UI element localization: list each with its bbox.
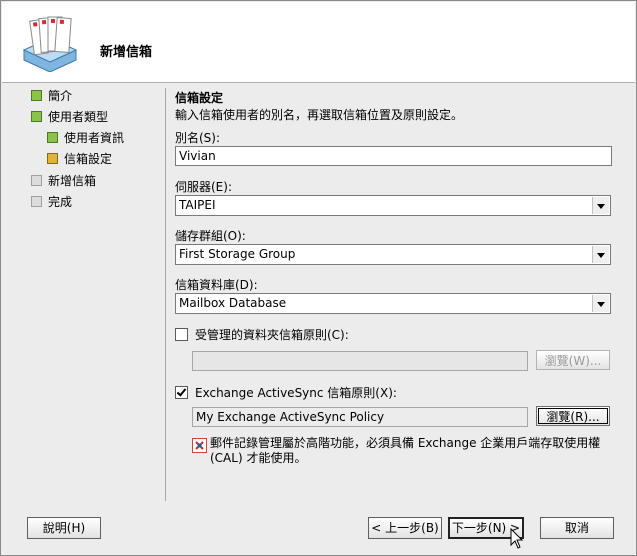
step-pending-icon <box>31 196 42 207</box>
managed-folder-policy-field <box>192 351 528 371</box>
warning-icon <box>192 438 207 453</box>
mailbox-db-select[interactable]: Mailbox Database <box>175 293 611 314</box>
help-button[interactable]: 說明(H) <box>27 517 101 539</box>
step-label: 簡介 <box>48 89 73 103</box>
step-new-mailbox: 新增信箱 <box>31 172 96 190</box>
mailbox-db-label: 信箱資料庫(D): <box>175 278 258 292</box>
step-done-icon <box>31 90 42 101</box>
storage-group-label: 儲存群組(O): <box>175 229 246 243</box>
section-description: 輸入信箱使用者的別名，再選取信箱位置及原則設定。 <box>175 108 464 122</box>
managed-folder-label: 受管理的資料夾信箱原則(C): <box>195 328 349 342</box>
activesync-checkbox[interactable] <box>175 386 188 399</box>
step-current-icon <box>47 153 58 164</box>
cancel-button[interactable]: 取消 <box>540 517 614 539</box>
step-user-type: 使用者類型 <box>31 108 108 126</box>
browse-activesync-button[interactable]: 瀏覽(R)... <box>536 406 610 426</box>
step-label: 使用者資訊 <box>64 131 125 145</box>
section-title: 信箱設定 <box>175 91 224 105</box>
alias-value: Vivian <box>179 149 216 163</box>
step-label: 信箱設定 <box>64 152 113 166</box>
server-select[interactable]: TAIPEI <box>175 195 611 216</box>
mailbox-cards-icon <box>20 16 80 73</box>
browse-managed-folder-button[interactable]: 瀏覽(W)... <box>536 350 610 370</box>
step-label: 使用者類型 <box>48 110 109 124</box>
back-button[interactable]: < 上一步(B) <box>368 517 442 539</box>
mouse-cursor-icon <box>510 527 524 553</box>
storage-group-select[interactable]: First Storage Group <box>175 244 611 265</box>
server-label: 伺服器(E): <box>175 180 232 194</box>
wizard-window: 新增信箱 簡介 使用者類型 使用者資訊 信箱設定 新增信箱 完成 信箱設定 輸入… <box>0 0 637 556</box>
step-complete: 完成 <box>31 193 72 211</box>
chevron-down-icon[interactable] <box>592 197 609 214</box>
server-value: TAIPEI <box>179 198 216 212</box>
step-user-info: 使用者資訊 <box>47 129 124 147</box>
activesync-policy-field: My Exchange ActiveSync Policy <box>192 407 528 427</box>
wizard-title: 新增信箱 <box>100 45 153 60</box>
wizard-header: 新增信箱 <box>2 2 635 83</box>
step-label: 完成 <box>48 195 73 209</box>
step-label: 新增信箱 <box>48 174 97 188</box>
note-text: 郵件記錄管理屬於高階功能，必須具備 Exchange 企業用戶端存取使用權 (C… <box>210 436 601 465</box>
managed-folder-checkbox[interactable] <box>175 328 188 341</box>
chevron-down-icon[interactable] <box>592 295 609 312</box>
alias-label: 別名(S): <box>175 131 221 145</box>
step-done-icon <box>47 132 58 143</box>
divider <box>165 88 166 501</box>
step-intro: 簡介 <box>31 87 72 105</box>
step-mailbox-settings: 信箱設定 <box>47 150 112 168</box>
alias-input[interactable]: Vivian <box>175 146 612 166</box>
storage-group-value: First Storage Group <box>179 247 296 261</box>
mailbox-db-value: Mailbox Database <box>179 296 287 310</box>
activesync-value: My Exchange ActiveSync Policy <box>196 410 385 424</box>
chevron-down-icon[interactable] <box>592 246 609 263</box>
activesync-label: Exchange ActiveSync 信箱原則(X): <box>195 386 397 400</box>
step-done-icon <box>31 111 42 122</box>
step-pending-icon <box>31 175 42 186</box>
